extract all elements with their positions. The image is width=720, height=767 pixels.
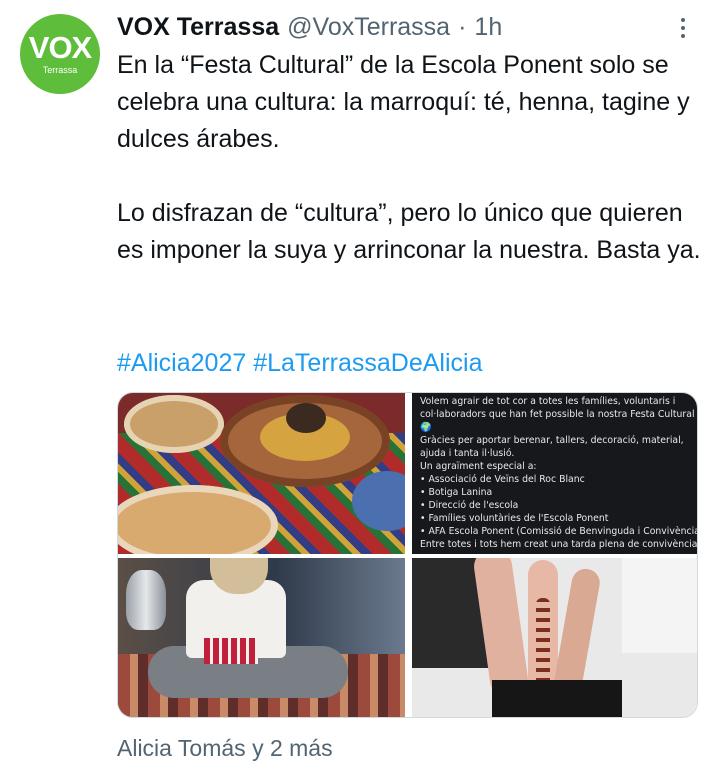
media-photo-teapot[interactable] bbox=[118, 558, 405, 717]
notice-line: 🌍 bbox=[420, 422, 432, 433]
avatar-logo-text: VOX bbox=[28, 30, 92, 65]
avatar[interactable]: VOX Terrassa bbox=[20, 14, 100, 94]
hashtag-laterrassadealicia[interactable]: #LaTerrassaDeAlicia bbox=[253, 349, 482, 377]
notice-line: Volem agrair de tot cor a totes les famí… bbox=[420, 396, 676, 407]
notice-line: col·laboradors que han fet possible la n… bbox=[420, 409, 695, 420]
tweet-paragraph-1: En la “Festa Cultural” de la Escola Pone… bbox=[117, 51, 690, 153]
notice-line: Un agraïment especial a: bbox=[420, 461, 537, 472]
tagged-users-link[interactable]: Alicia Tomás y 2 más bbox=[117, 734, 333, 762]
media-grid: Volem agrair de tot cor a totes les famí… bbox=[117, 392, 698, 718]
notice-line: • Botiga Lanina bbox=[420, 487, 493, 498]
tweet-paragraph-2: Lo disfrazan de “cultura”, pero lo único… bbox=[117, 199, 701, 264]
media-photo-food[interactable] bbox=[118, 393, 405, 554]
notice-line: ajuda i tanta il·lusió. bbox=[420, 448, 515, 459]
tweet[interactable]: VOX Terrassa VOX Terrassa @VoxTerrassa ·… bbox=[0, 0, 720, 767]
hashtag-alicia2027[interactable]: #Alicia2027 bbox=[117, 349, 246, 377]
notice-line: • Associació de Veïns del Roc Blanc bbox=[420, 474, 585, 485]
notice-line: • AFA Escola Ponent (Comissió de Benving… bbox=[420, 526, 698, 537]
more-icon[interactable] bbox=[671, 16, 695, 40]
hashtags: #Alicia2027 #LaTerrassaDeAlicia bbox=[117, 345, 483, 382]
timestamp[interactable]: 1h bbox=[474, 12, 502, 42]
notice-line: • Famílies voluntàries de l'Escola Ponen… bbox=[420, 513, 609, 524]
display-name[interactable]: VOX Terrassa bbox=[117, 12, 279, 42]
tweet-header: VOX Terrassa @VoxTerrassa · 1h bbox=[117, 12, 502, 42]
notice-line: Entre totes i tots hem creat una tarda p… bbox=[420, 539, 698, 550]
media-photo-henna[interactable] bbox=[412, 558, 697, 717]
avatar-logo-subtext: Terrassa bbox=[42, 65, 78, 75]
tweet-text: En la “Festa Cultural” de la Escola Pone… bbox=[117, 47, 707, 269]
notice-line: • Direcció de l'escola bbox=[420, 500, 519, 511]
separator-dot: · bbox=[458, 13, 467, 41]
media-photo-notice[interactable]: Volem agrair de tot cor a totes les famí… bbox=[412, 393, 698, 554]
handle[interactable]: @VoxTerrassa bbox=[287, 12, 450, 42]
notice-line: Gràcies per aportar berenar, tallers, de… bbox=[420, 435, 684, 446]
